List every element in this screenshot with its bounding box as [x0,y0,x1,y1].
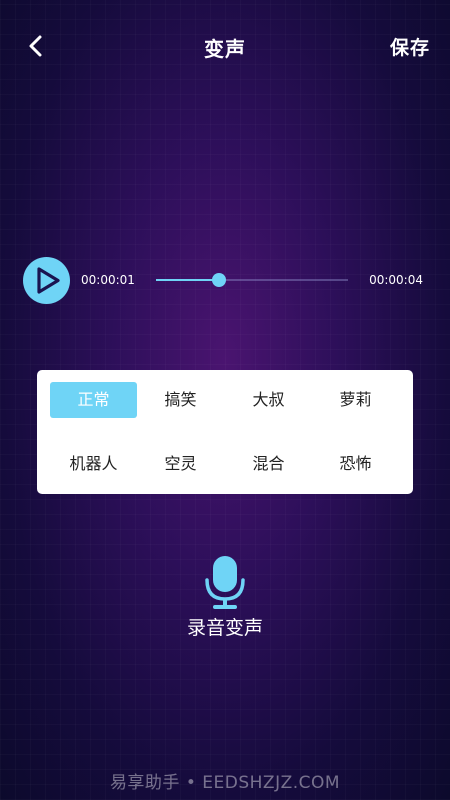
page-title: 变声 [204,37,246,61]
watermark: 易享助手 • EEDSHZJZ.COM [109,773,341,793]
progress-slider[interactable] [156,272,348,288]
top-bar: 变声 保存 [0,0,450,92]
play-button[interactable] [23,257,70,304]
effect-option[interactable]: 正常 [50,382,137,418]
audio-player: 00:00:01 00:00:04 [0,256,450,306]
record-button[interactable]: 录音变声 [175,556,275,642]
save-button[interactable]: 保存 [390,33,430,60]
effect-option[interactable]: 恐怖 [312,446,399,482]
effect-option[interactable]: 机器人 [50,446,137,482]
effect-option[interactable]: 混合 [225,446,312,482]
slider-thumb[interactable] [212,273,227,287]
total-time: 00:00:04 [369,273,423,287]
effect-option[interactable]: 搞笑 [137,382,224,418]
effect-option[interactable]: 大叔 [225,382,312,418]
microphone-icon [205,556,245,609]
slider-fill [156,279,220,281]
play-icon [37,267,60,294]
record-label: 录音变声 [186,617,263,639]
current-time: 00:00:01 [81,273,135,287]
effect-option[interactable]: 空灵 [137,446,224,482]
voice-effects-panel: 正常 搞笑 大叔 萝莉 机器人 空灵 混合 恐怖 [37,370,413,494]
effect-option[interactable]: 萝莉 [312,382,399,418]
